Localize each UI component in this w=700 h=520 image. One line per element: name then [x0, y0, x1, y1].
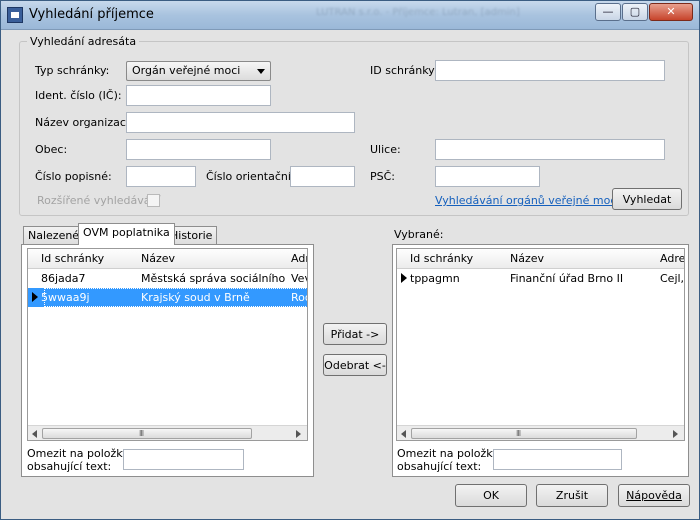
horizontal-scrollbar[interactable]: III: [397, 425, 684, 440]
extended-search-checkbox[interactable]: [147, 194, 160, 207]
window-title: Vyhledání příjemce: [29, 7, 154, 22]
dialog-window: Vyhledání příjemce LUTRAN s.r.o. - Příje…: [0, 0, 700, 520]
left-filter-input[interactable]: [123, 449, 244, 470]
left-filter-label: Omezit na položky: [27, 447, 129, 460]
left-filter-label-2: obsahující text:: [27, 460, 112, 473]
tab-label: Historie: [170, 229, 213, 242]
cell-address: Vev: [291, 272, 307, 285]
table-row[interactable]: tppagmn Finanční úřad Brno II Cejl,: [397, 269, 685, 288]
column-header-id[interactable]: Id schránky: [41, 252, 104, 265]
cell-address: Roo: [291, 291, 307, 304]
scroll-thumb[interactable]: III: [411, 428, 637, 439]
tab-label: Nalezené: [28, 229, 80, 242]
type-select[interactable]: Orgán veřejné moci: [126, 61, 271, 81]
title-bar[interactable]: Vyhledání příjemce LUTRAN s.r.o. - Příje…: [1, 1, 699, 30]
id-input[interactable]: [435, 60, 665, 81]
add-button[interactable]: Přidat ->: [323, 323, 387, 345]
ovm-search-link[interactable]: Vyhledávání orgánů veřejné moci: [435, 194, 619, 207]
column-header-name[interactable]: Název: [510, 252, 544, 265]
row-pointer-icon: [401, 273, 407, 283]
table-row[interactable]: 86jada7 Městská správa sociálního z... V…: [28, 269, 307, 288]
column-header-id[interactable]: Id schránky: [410, 252, 473, 265]
scroll-left-icon[interactable]: [32, 430, 37, 438]
cp-label: Číslo popisné:: [35, 170, 112, 183]
scroll-right-icon[interactable]: [673, 430, 678, 438]
grip-icon: III: [516, 429, 521, 438]
tab-nalezene[interactable]: Nalezené: [23, 226, 85, 245]
type-label: Typ schránky:: [35, 64, 110, 77]
cell-id: tppagmn: [410, 272, 460, 285]
grip-icon: III: [139, 429, 144, 438]
selected-grid[interactable]: Id schránky Název Adres tppagmn Finanční…: [396, 248, 685, 441]
found-grid[interactable]: Id schránky Název Adr 86jada7 Městská sp…: [27, 248, 308, 441]
cell-name: Finanční úřad Brno II: [510, 272, 624, 285]
horizontal-scrollbar[interactable]: III: [28, 425, 307, 440]
chevron-down-icon: [257, 69, 265, 74]
cp-input[interactable]: [126, 166, 196, 187]
help-button[interactable]: Nápověda: [618, 484, 690, 507]
remove-button[interactable]: Odebrat <-: [323, 354, 387, 376]
id-label: ID schránky:: [370, 64, 438, 77]
tab-ovm-poplatnika[interactable]: OVM poplatnika: [78, 223, 175, 245]
org-label: Název organizace:: [35, 116, 137, 129]
cell-name: Městská správa sociálního z...: [141, 272, 289, 285]
right-filter-label: Omezit na položky: [397, 447, 499, 460]
obec-label: Obec:: [35, 143, 68, 156]
ulice-input[interactable]: [435, 139, 665, 160]
cancel-button[interactable]: Zrušit: [536, 484, 608, 507]
scroll-left-icon[interactable]: [401, 430, 406, 438]
right-filter-label-2: obsahující text:: [397, 460, 482, 473]
selected-label: Vybrané:: [394, 228, 444, 241]
background-window-title: LUTRAN s.r.o. - Příjemce: Lutran, [admin…: [316, 7, 520, 18]
scroll-right-icon[interactable]: [296, 430, 301, 438]
cell-address: Cejl,: [660, 272, 685, 285]
search-group-legend: Vyhledání adresáta: [27, 35, 140, 48]
ulice-label: Ulice:: [370, 143, 401, 156]
column-header-address[interactable]: Adr: [291, 252, 307, 265]
column-header-name[interactable]: Název: [141, 252, 175, 265]
grid-header: Id schránky Název Adr: [28, 249, 307, 269]
maximize-button[interactable]: ▢: [622, 3, 648, 21]
extended-search-label: Rozšířené vyhledávání: [37, 194, 161, 207]
type-select-value: Orgán veřejné moci: [132, 64, 241, 77]
psc-label: PSČ:: [370, 170, 396, 183]
scroll-thumb[interactable]: III: [42, 428, 252, 439]
tab-label: OVM poplatnika: [83, 226, 170, 239]
grid-header: Id schránky Název Adres: [397, 249, 684, 269]
cell-name: Krajský soud v Brně: [141, 291, 250, 304]
cell-id: 86jada7: [41, 272, 86, 285]
minimize-button[interactable]: —: [595, 3, 621, 21]
obec-input[interactable]: [126, 139, 271, 160]
org-input[interactable]: [126, 112, 355, 133]
search-button[interactable]: Vyhledat: [612, 188, 682, 210]
close-button[interactable]: ✕: [649, 3, 693, 21]
co-label: Číslo orientační:: [206, 170, 295, 183]
ico-input[interactable]: [126, 85, 271, 106]
app-icon: [7, 7, 23, 23]
cell-id: 5wwaa9j: [41, 291, 90, 304]
co-input[interactable]: [290, 166, 355, 187]
column-header-address[interactable]: Adres: [660, 252, 684, 265]
row-pointer-icon: [32, 292, 38, 302]
table-row-selected[interactable]: 5wwaa9j Krajský soud v Brně Roo: [28, 288, 307, 307]
ico-label: Ident. číslo (IČ):: [35, 89, 122, 102]
right-filter-input[interactable]: [493, 449, 622, 470]
ok-button[interactable]: OK: [455, 484, 527, 507]
psc-input[interactable]: [435, 166, 540, 187]
